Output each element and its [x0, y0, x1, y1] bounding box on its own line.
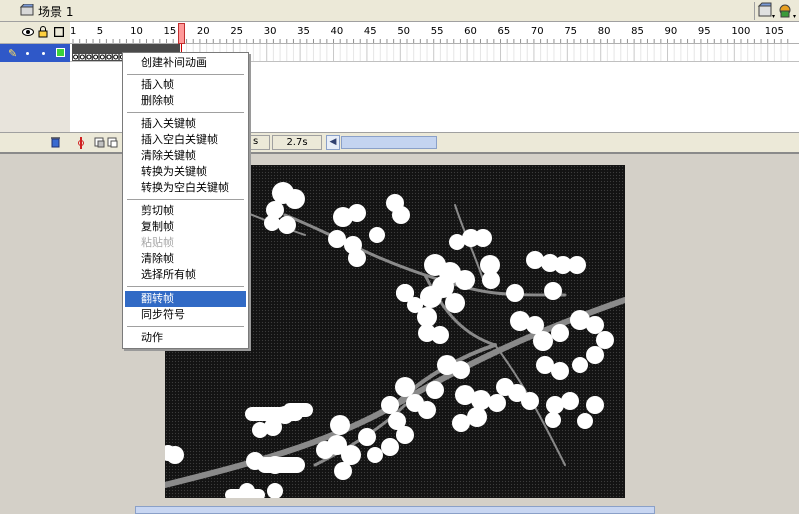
- layer-outline-color[interactable]: [56, 48, 65, 57]
- timeline-scroll-left-button[interactable]: ◀: [326, 135, 340, 150]
- menu-item-clear-frames[interactable]: 清除帧: [125, 251, 246, 267]
- menu-item-cut-frames[interactable]: 剪切帧: [125, 203, 246, 219]
- menu-separator: [127, 326, 244, 327]
- ruler-tick-label: 40: [330, 26, 344, 37]
- menu-item-synchronize-symbols[interactable]: 同步符号: [125, 307, 246, 323]
- ruler-tick-label: 25: [230, 26, 244, 37]
- frame-rate-readout: s: [250, 135, 270, 150]
- trash-icon[interactable]: [50, 136, 61, 148]
- timeline-scroll-thumb[interactable]: [341, 136, 437, 149]
- lock-icon[interactable]: [38, 26, 48, 38]
- ruler-tick-label: 65: [497, 26, 511, 37]
- menu-item-actions[interactable]: 动作: [125, 330, 246, 346]
- ruler-tick-label: 55: [430, 26, 444, 37]
- layer-lock-dot[interactable]: [42, 52, 45, 55]
- menu-separator: [127, 112, 244, 113]
- pencil-icon: ✎: [8, 47, 18, 60]
- ruler-tick-label: 50: [397, 26, 411, 37]
- ruler-tick-label: 5: [96, 26, 104, 37]
- ruler-tick-label: 30: [263, 26, 277, 37]
- menu-item-clear-keyframe[interactable]: 清除关键帧: [125, 148, 246, 164]
- menu-item-paste-frames: 粘贴帧: [141, 236, 174, 249]
- frame-context-menu: 创建补间动画 插入帧 删除帧 插入关键帧 插入空白关键帧 清除关键帧 转换为关键…: [122, 52, 249, 349]
- layer-row-selected[interactable]: ✎: [0, 44, 70, 62]
- ruler-tick-label: 45: [363, 26, 377, 37]
- menu-item-convert-to-blank-keyframes[interactable]: 转换为空白关键帧: [125, 180, 246, 196]
- menu-item-insert-blank-keyframe[interactable]: 插入空白关键帧: [125, 132, 246, 148]
- ruler-tick-label: 1: [70, 26, 77, 37]
- playhead[interactable]: [178, 23, 185, 44]
- layer-visible-dot[interactable]: [26, 52, 29, 55]
- ruler-tick-label: 60: [464, 26, 477, 37]
- menu-separator: [127, 286, 244, 287]
- layer-header: [0, 22, 70, 44]
- menu-item-copy-frames[interactable]: 复制帧: [125, 219, 246, 235]
- ruler-tick-label: 105: [764, 26, 784, 37]
- ruler-tick-label: 80: [597, 26, 611, 37]
- edit-symbol-icon: [779, 4, 796, 18]
- ruler-tick-label: 85: [631, 26, 644, 37]
- eye-icon[interactable]: [22, 27, 34, 37]
- edit-scene-icon[interactable]: [754, 2, 799, 20]
- menu-item-delete-frames[interactable]: 删除帧: [125, 93, 246, 109]
- timeline-status-bar: s 2.7s ◀: [0, 132, 799, 152]
- ruler-tick-label: 95: [697, 26, 711, 37]
- menu-item-reverse-frames[interactable]: 翻转帧: [125, 291, 246, 307]
- ruler-tick-label: 10: [130, 26, 143, 37]
- scene-icon: [20, 4, 34, 16]
- ruler-tick-label: 90: [664, 26, 678, 37]
- ruler-tick-label: 35: [297, 26, 310, 37]
- scene-label[interactable]: 场景 1: [38, 3, 73, 20]
- menu-item-create-motion-tween[interactable]: 创建补间动画: [125, 55, 246, 71]
- elapsed-time-readout: 2.7s: [272, 135, 322, 150]
- ruler-tick-label: 20: [196, 26, 210, 37]
- menu-item-select-all-frames[interactable]: 选择所有帧: [125, 267, 246, 283]
- menu-item-insert-keyframe[interactable]: 插入关键帧: [125, 116, 246, 132]
- ruler-tick-label: 100: [731, 26, 751, 37]
- layer-list-empty: [0, 62, 70, 132]
- stage-horizontal-scrollbar[interactable]: [135, 506, 655, 514]
- menu-separator: [127, 74, 244, 75]
- menu-separator: [127, 199, 244, 200]
- outline-icon[interactable]: [54, 27, 64, 37]
- ruler-tick-label: 15: [163, 26, 177, 37]
- menu-item-insert-frame[interactable]: 插入帧: [125, 77, 246, 93]
- ruler-tick-label: 70: [530, 26, 544, 37]
- onion-skin-icon[interactable]: [76, 136, 122, 150]
- menu-item-convert-to-keyframes[interactable]: 转换为关键帧: [125, 164, 246, 180]
- scene-bar: 场景 1: [0, 0, 799, 22]
- ruler-tick-label: 75: [564, 26, 578, 37]
